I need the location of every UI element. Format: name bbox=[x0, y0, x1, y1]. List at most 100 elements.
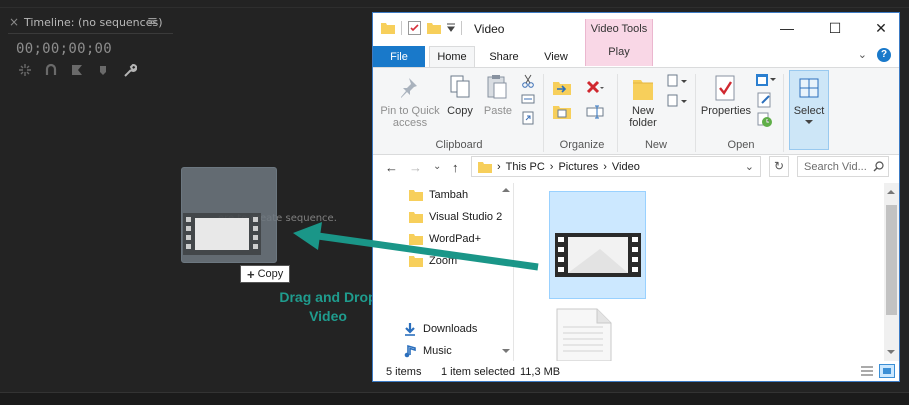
file-list-scrollbar[interactable] bbox=[884, 183, 899, 361]
selection-count: 1 item selected bbox=[441, 366, 515, 378]
nav-item-visual-studio[interactable]: Visual Studio 2 bbox=[409, 211, 507, 223]
address-bar[interactable]: › This PC › Pictures › Video ⌄ bbox=[471, 156, 761, 177]
minimize-button[interactable]: — bbox=[765, 13, 809, 43]
navigation-pane[interactable]: Tambah Visual Studio 2 WordPad+ Zoom Dow… bbox=[373, 183, 514, 361]
pin-quick-access-button[interactable]: Pin to Quick access bbox=[379, 105, 441, 129]
delete-icon[interactable] bbox=[586, 80, 604, 96]
timeline-panel-title[interactable]: Timeline: (no sequences) bbox=[24, 16, 163, 29]
properties-button[interactable]: Properties bbox=[699, 105, 753, 117]
file-explorer-window[interactable]: Video Video Tools Play — ☐ ✕ File Home S… bbox=[372, 12, 900, 382]
nav-item-wordpad[interactable]: WordPad+ bbox=[409, 233, 507, 245]
properties-check-icon[interactable] bbox=[408, 21, 421, 35]
customize-toolbar-icon[interactable] bbox=[447, 23, 455, 33]
new-folder-button[interactable]: New folder bbox=[623, 105, 663, 129]
nav-item-label: Zoom bbox=[429, 255, 458, 267]
ribbon-separator bbox=[695, 74, 696, 152]
search-box[interactable]: Search Vid... bbox=[797, 156, 889, 177]
large-icons-view-icon[interactable] bbox=[879, 364, 895, 378]
nav-item-downloads[interactable]: Downloads bbox=[403, 322, 501, 336]
breadcrumb-video[interactable]: Video bbox=[612, 161, 640, 173]
copy-to-icon[interactable] bbox=[553, 104, 573, 120]
close-button[interactable]: ✕ bbox=[859, 13, 899, 43]
pin-icon bbox=[401, 78, 417, 98]
ribbon-home: Pin to Quick access Copy Paste Clipboard… bbox=[373, 67, 899, 155]
tab-share[interactable]: Share bbox=[481, 46, 527, 67]
nav-item-music[interactable]: Music bbox=[403, 344, 501, 358]
scrollbar-thumb[interactable] bbox=[886, 205, 897, 315]
breadcrumb-this-pc[interactable]: This PC bbox=[506, 161, 545, 173]
new-folder-label-1: New bbox=[631, 105, 654, 117]
nav-item-zoom[interactable]: Zoom bbox=[409, 255, 507, 267]
paste-button[interactable]: Paste bbox=[481, 105, 515, 117]
new-folder-label-2: folder bbox=[629, 117, 657, 129]
snap-magnet-icon[interactable] bbox=[43, 62, 59, 78]
folder-icon bbox=[409, 190, 423, 201]
maximize-button[interactable]: ☐ bbox=[813, 13, 857, 43]
breadcrumb-pictures[interactable]: Pictures bbox=[558, 161, 598, 173]
document-file-icon[interactable] bbox=[555, 307, 615, 361]
select-dropdown-icon bbox=[805, 120, 813, 124]
tab-file[interactable]: File bbox=[373, 46, 425, 67]
nest-toggle-icon[interactable] bbox=[17, 62, 33, 78]
folder-icon bbox=[409, 256, 423, 267]
separator bbox=[461, 21, 462, 35]
top-strip bbox=[0, 0, 909, 8]
ribbon-help-controls: ⌄ ? bbox=[858, 48, 891, 62]
recent-locations-button[interactable]: ⌄ bbox=[433, 161, 441, 172]
move-to-icon[interactable] bbox=[553, 80, 573, 96]
title-bar[interactable]: Video Video Tools Play — ☐ ✕ bbox=[373, 13, 899, 66]
select-label: Select bbox=[793, 105, 825, 117]
add-marker-icon[interactable] bbox=[95, 62, 111, 78]
tab-home[interactable]: Home bbox=[429, 46, 475, 67]
ribbon-tabs: File Home Share View ⌄ ? bbox=[373, 45, 899, 67]
address-dropdown-icon[interactable]: ⌄ bbox=[745, 160, 754, 173]
edit-icon[interactable] bbox=[757, 92, 773, 108]
ghost-film-icon bbox=[183, 213, 261, 255]
new-item-icon[interactable] bbox=[667, 74, 689, 88]
new-folder-icon[interactable] bbox=[427, 22, 441, 34]
ribbon-separator bbox=[783, 74, 784, 152]
copy-path-icon[interactable] bbox=[521, 93, 535, 105]
cut-icon[interactable] bbox=[521, 74, 535, 88]
tab-view[interactable]: View bbox=[533, 46, 579, 67]
folder-icon[interactable] bbox=[381, 22, 395, 34]
up-button[interactable]: ↑ bbox=[452, 160, 459, 175]
refresh-button[interactable]: ↻ bbox=[769, 156, 789, 177]
scroll-up-icon[interactable] bbox=[887, 189, 895, 194]
timecode-display[interactable]: 00;00;00;00 bbox=[16, 41, 112, 57]
panel-close-icon[interactable]: × bbox=[9, 15, 19, 29]
help-icon[interactable]: ? bbox=[877, 48, 891, 62]
view-switcher bbox=[859, 364, 895, 378]
history-icon[interactable] bbox=[757, 112, 773, 128]
collapse-ribbon-icon[interactable]: ⌄ bbox=[858, 48, 867, 62]
pin-label-2: access bbox=[392, 117, 428, 129]
status-bar: 5 items 1 item selected 11,3 MB bbox=[373, 361, 899, 381]
file-list-pane[interactable] bbox=[515, 183, 881, 361]
wrench-settings-icon[interactable] bbox=[121, 62, 137, 78]
back-button[interactable]: ← bbox=[385, 160, 398, 175]
nav-item-tambah[interactable]: Tambah bbox=[409, 189, 507, 201]
ribbon-separator bbox=[617, 74, 618, 152]
linked-selection-icon[interactable] bbox=[69, 62, 85, 78]
scroll-down-icon[interactable] bbox=[887, 350, 895, 355]
panel-menu-icon[interactable]: ≡ bbox=[147, 14, 158, 29]
tab-underline bbox=[8, 33, 173, 34]
open-group-label: Open bbox=[727, 139, 755, 151]
window-title: Video bbox=[474, 22, 505, 36]
bottom-strip bbox=[0, 392, 909, 405]
nav-pane-scrollbar[interactable] bbox=[500, 183, 512, 361]
forward-button[interactable]: → bbox=[409, 160, 422, 175]
nav-item-label: Tambah bbox=[429, 189, 469, 201]
paste-shortcut-icon[interactable] bbox=[521, 111, 535, 125]
scroll-down-icon[interactable] bbox=[502, 349, 510, 354]
copy-button[interactable]: Copy bbox=[443, 105, 477, 117]
new-group-label: New bbox=[644, 139, 667, 151]
easy-access-icon[interactable] bbox=[667, 94, 689, 108]
folder-icon bbox=[478, 161, 492, 173]
rename-icon[interactable] bbox=[586, 104, 604, 120]
separator bbox=[401, 21, 402, 35]
details-view-icon[interactable] bbox=[859, 364, 875, 378]
copy-icon bbox=[450, 75, 470, 98]
open-icon[interactable] bbox=[755, 72, 777, 88]
scroll-up-icon[interactable] bbox=[502, 187, 510, 192]
